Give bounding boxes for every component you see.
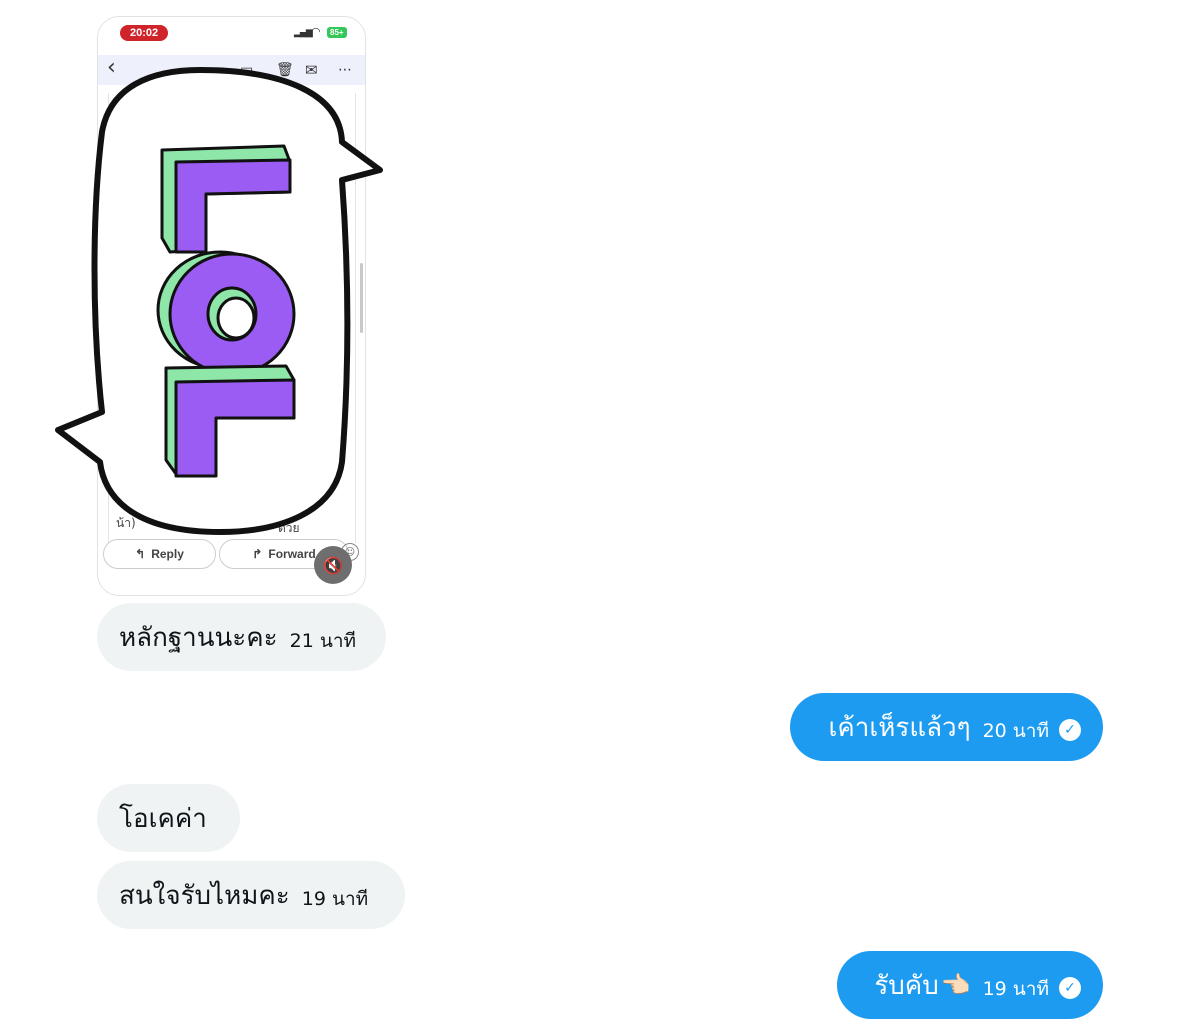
forward-icon: ↱ xyxy=(252,547,263,561)
message-timestamp: 20 นาที xyxy=(982,720,1049,742)
pointing-hand-emoji: 👈🏻 xyxy=(940,971,971,999)
message-bubble-incoming[interactable]: สนใจรับไหมคะ 19 นาที xyxy=(97,861,405,929)
seen-check-icon: ✓ xyxy=(1059,719,1081,741)
reply-button: ↰ Reply xyxy=(103,539,216,569)
message-bubble-outgoing[interactable]: รับคับ 👈🏻 19 นาที ✓ xyxy=(837,951,1103,1019)
status-time: 20:02 xyxy=(120,25,169,41)
lol-sticker xyxy=(55,67,383,535)
message-bubble-incoming[interactable]: หลักฐานนะคะ 21 นาที xyxy=(97,603,386,671)
message-text: รับคับ xyxy=(874,970,939,1001)
mute-icon[interactable]: 🔇 xyxy=(314,546,352,584)
reply-label: Reply xyxy=(151,547,184,561)
message-text: สนใจรับไหมคะ xyxy=(119,880,290,911)
message-timestamp: 21 นาที xyxy=(289,630,357,652)
battery-icon: 85+ xyxy=(327,27,347,38)
phone-status-bar: 20:02 ▂▄▆ ◠ 85+ xyxy=(98,17,365,47)
message-text: หลักฐานนะคะ xyxy=(119,622,278,653)
message-timestamp: 19 นาที xyxy=(982,978,1049,1000)
message-text: โอเคค่า xyxy=(119,803,207,834)
forward-label: Forward xyxy=(268,547,316,561)
seen-check-icon: ✓ xyxy=(1059,977,1081,999)
message-bubble-outgoing[interactable]: เค้าเห็รแล้วๆ 20 นาที ✓ xyxy=(790,693,1103,761)
message-text: เค้าเห็รแล้วๆ xyxy=(828,712,971,743)
reply-icon: ↰ xyxy=(135,547,146,561)
signal-icon: ▂▄▆ xyxy=(294,28,313,38)
message-timestamp: 19 นาที xyxy=(301,888,369,910)
wifi-icon: ◠ xyxy=(311,25,321,38)
message-bubble-incoming[interactable]: โอเคค่า xyxy=(97,784,240,852)
